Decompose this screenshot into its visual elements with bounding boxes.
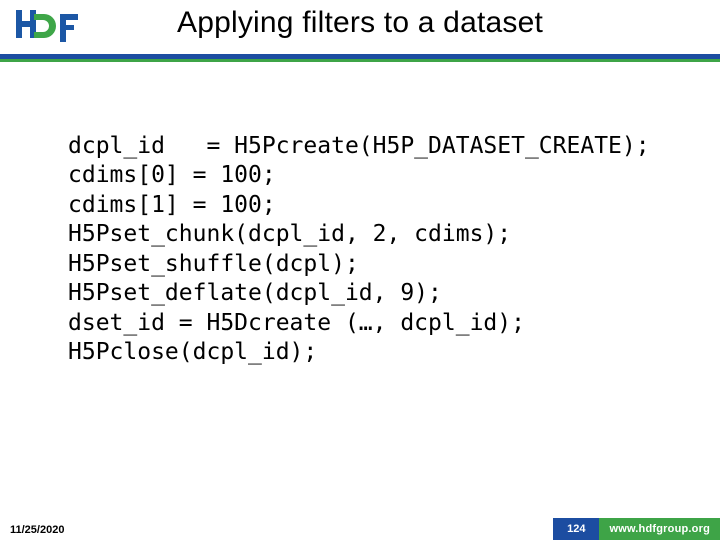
slide-title: Applying filters to a dataset <box>0 6 720 40</box>
footer-date: 11/25/2020 <box>10 524 64 536</box>
code-line: dset_id = H5Dcreate (…, dcpl_id); <box>68 310 525 336</box>
divider-green <box>0 59 720 62</box>
code-line: dcpl_id = H5Pcreate(H5P_DATASET_CREATE); <box>68 133 650 159</box>
footer-url: www.hdfgroup.org <box>599 518 720 540</box>
code-line: H5Pset_chunk(dcpl_id, 2, cdims); <box>68 221 511 247</box>
page-number: 124 <box>553 518 599 540</box>
footer: 11/25/2020 124 www.hdfgroup.org <box>0 518 720 540</box>
divider <box>0 54 720 64</box>
code-line: cdims[0] = 100; <box>68 162 276 188</box>
footer-right: 124 www.hdfgroup.org <box>553 518 720 540</box>
code-line: H5Pset_shuffle(dcpl); <box>68 251 359 277</box>
code-block: dcpl_id = H5Pcreate(H5P_DATASET_CREATE);… <box>68 132 680 368</box>
code-line: cdims[1] = 100; <box>68 192 276 218</box>
slide: Applying filters to a dataset dcpl_id = … <box>0 0 720 540</box>
code-line: H5Pset_deflate(dcpl_id, 9); <box>68 280 442 306</box>
code-line: H5Pclose(dcpl_id); <box>68 339 317 365</box>
